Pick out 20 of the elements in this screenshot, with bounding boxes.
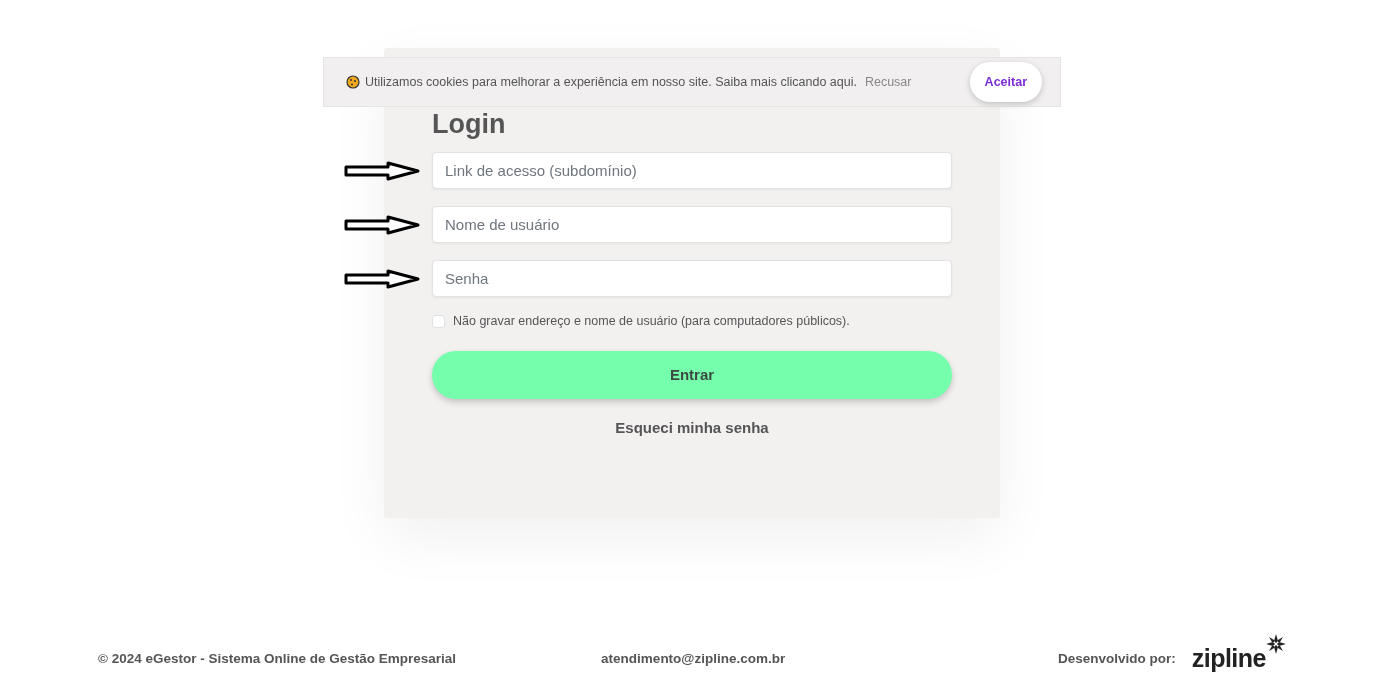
star-icon bbox=[1266, 634, 1286, 654]
checkbox[interactable] bbox=[432, 315, 445, 329]
forgot-password-link[interactable]: Esqueci minha senha bbox=[615, 417, 769, 440]
input-field[interactable]: Nome de usuário bbox=[432, 206, 952, 244]
input-field[interactable]: Link de acesso (subdomínio) bbox=[432, 152, 952, 190]
arrow-icon bbox=[344, 161, 420, 182]
input-field[interactable]: Senha bbox=[432, 260, 952, 298]
arrow-icon bbox=[344, 269, 420, 290]
developed-by-text: Desenvolvido por: bbox=[1057, 649, 1176, 668]
email-text: atendimento@zipline.com.br bbox=[601, 649, 786, 668]
copyright-text: © 2024 eGestor - Sistema Online de Gestão Empresarial bbox=[98, 649, 457, 668]
learn-more-link[interactable]: clicando aqui. bbox=[780, 74, 857, 89]
checkbox-label: Não gravar endereço e nome de usuário (para computadores públicos). bbox=[453, 313, 850, 331]
cookie-message: Utilizamos cookies para melhorar a experiência em nosso site. Saiba mais clicando aqui. bbox=[365, 73, 857, 91]
enter-button[interactable]: Entrar bbox=[432, 351, 952, 400]
cookie-icon bbox=[346, 75, 360, 89]
logo-text: zipline bbox=[1191, 643, 1266, 674]
accept-button[interactable]: Aceitar bbox=[969, 61, 1042, 103]
arrow-icon bbox=[344, 215, 420, 236]
login-title: Login bbox=[432, 108, 507, 141]
